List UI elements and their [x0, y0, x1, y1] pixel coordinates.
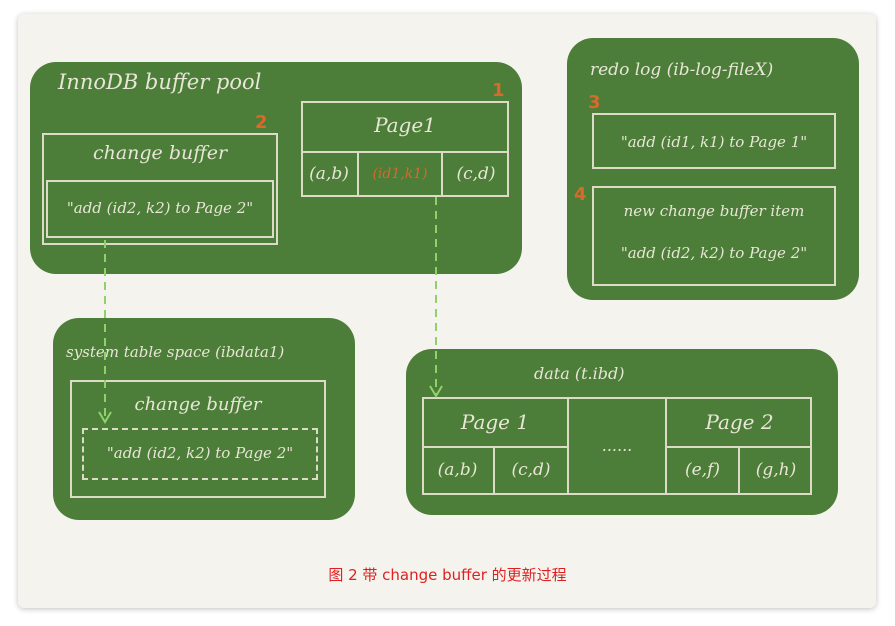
figure-caption: 图 2 带 change buffer 的更新过程: [328, 566, 567, 584]
page1-flush-arrowhead: [429, 385, 443, 398]
flush-arrows: [98, 197, 443, 424]
